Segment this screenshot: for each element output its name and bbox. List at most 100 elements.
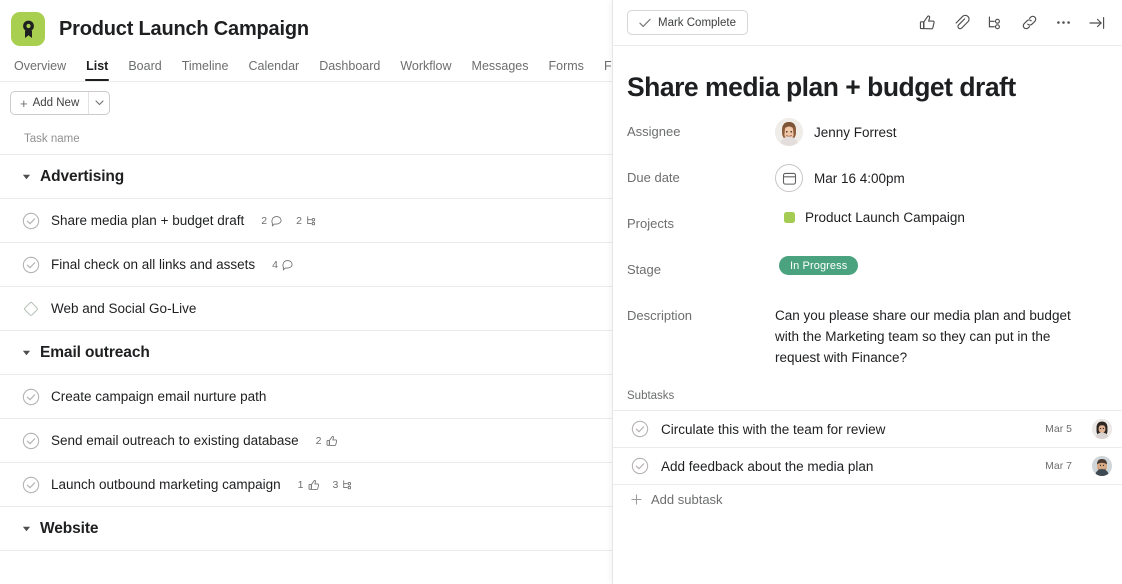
task-name: Share media plan + budget draft [51,213,244,228]
thumbs-up-icon [919,14,936,31]
task-meta: 2 [316,435,338,447]
subtask-button[interactable] [980,8,1010,38]
tab-calendar[interactable]: Calendar [238,58,309,74]
section-name: Website [40,520,98,538]
due-date-text: Mar 16 4:00pm [814,171,905,186]
project-list-pane: Product Launch Campaign Overview List Bo… [0,0,612,584]
table-row[interactable]: Web and Social Go-Live [0,287,612,331]
app-root: Product Launch Campaign Overview List Bo… [0,0,1122,584]
tab-list[interactable]: List [76,58,118,74]
subtask-icon [987,14,1004,31]
like-count: 2 [316,435,338,447]
caret-down-icon[interactable] [22,348,31,357]
link-icon [1021,14,1038,31]
check-circle-icon[interactable] [22,212,40,230]
more-options-button[interactable] [1048,8,1078,38]
projects-value[interactable]: Product Launch Campaign [775,210,965,225]
list-item[interactable]: Circulate this with the team for review … [613,410,1122,447]
check-circle-icon[interactable] [22,256,40,274]
detail-toolbar-icons [912,8,1112,38]
mark-complete-label: Mark Complete [658,17,736,29]
subtask-due-date[interactable]: Mar 7 [1045,460,1072,472]
tab-overview[interactable]: Overview [4,58,76,74]
task-meta: 2 2 [261,215,318,227]
meta-count: 2 [316,435,322,447]
check-circle-icon[interactable] [22,476,40,494]
section-name: Email outreach [40,344,150,362]
due-date-label: Due date [627,164,775,185]
tab-messages[interactable]: Messages [462,58,539,74]
avatar[interactable] [1092,419,1112,439]
tab-timeline[interactable]: Timeline [172,58,239,74]
add-new-dropdown[interactable] [88,92,109,114]
check-circle-icon[interactable] [22,432,40,450]
mark-complete-button[interactable]: Mark Complete [627,10,748,35]
subtask-count: 3 [333,479,355,491]
tab-dashboard[interactable]: Dashboard [309,58,390,74]
task-meta: 1 3 [298,479,355,491]
check-icon [639,18,651,28]
add-subtask-button[interactable]: Add subtask [613,484,1122,514]
table-row[interactable]: Create campaign email nurture path [0,375,612,419]
section-header-advertising[interactable]: Advertising [0,155,612,199]
tab-forms[interactable]: Forms [539,58,594,74]
column-header-row: Task name [0,123,612,155]
section-header-email-outreach[interactable]: Email outreach [0,331,612,375]
meta-count: 1 [298,479,304,491]
description-field: Description Can you please share our med… [627,302,1122,368]
nav-tabs: Overview List Board Timeline Calendar Da… [0,48,612,74]
subtask-icon [306,215,318,227]
tab-files[interactable]: Files [594,58,612,74]
milestone-diamond-icon[interactable] [22,300,40,318]
award-ribbon-icon [20,20,37,39]
like-button[interactable] [912,8,942,38]
chevron-down-icon [95,100,104,106]
comment-icon [271,215,283,227]
task-name: Send email outreach to existing database [51,433,299,448]
task-name: Web and Social Go-Live [51,301,196,316]
assignee-field: Assignee [627,118,1122,152]
description-value[interactable]: Can you please share our media plan and … [775,302,1075,368]
add-new-button[interactable]: + Add New [10,91,110,115]
table-row[interactable]: Share media plan + budget draft 2 2 [0,199,612,243]
tab-board[interactable]: Board [118,58,171,74]
assignee-label: Assignee [627,118,775,139]
project-color-dot [784,212,795,223]
detail-toolbar: Mark Complete [613,0,1122,46]
caret-down-icon[interactable] [22,172,31,181]
column-header-task-name: Task name [24,133,80,145]
add-subtask-label: Add subtask [651,492,723,507]
check-circle-icon[interactable] [22,388,40,406]
due-date-value[interactable]: Mar 16 4:00pm [775,164,905,192]
add-new-main[interactable]: + Add New [11,92,88,114]
stage-value[interactable]: In Progress [775,256,858,275]
task-detail-title[interactable]: Share media plan + budget draft [613,46,1122,102]
subtask-due-date[interactable]: Mar 5 [1045,423,1072,435]
task-detail-panel: Mark Complete [612,0,1122,584]
tab-workflow[interactable]: Workflow [390,58,461,74]
ellipsis-icon [1055,14,1072,31]
avatar[interactable] [1092,456,1112,476]
calendar-icon-wrap[interactable] [775,164,803,192]
subtask-assignee-avatar-image [1092,419,1112,439]
table-row[interactable]: Final check on all links and assets 4 [0,243,612,287]
task-fields: Assignee [613,102,1122,368]
list-item[interactable]: Add feedback about the media plan Mar 7 [613,447,1122,484]
description-label: Description [627,302,775,323]
table-row[interactable]: Launch outbound marketing campaign 1 3 [0,463,612,507]
copy-link-button[interactable] [1014,8,1044,38]
check-circle-icon[interactable] [631,457,649,475]
project-name: Product Launch Campaign [805,210,965,225]
stage-field: Stage In Progress [627,256,1122,290]
status-badge[interactable]: In Progress [779,256,858,275]
caret-down-icon[interactable] [22,524,31,533]
project-logo[interactable] [11,12,45,46]
section-header-website[interactable]: Website [0,507,612,551]
assignee-value[interactable]: Jenny Forrest [775,118,897,146]
table-row[interactable]: Send email outreach to existing database… [0,419,612,463]
comment-count: 4 [272,259,294,271]
avatar[interactable] [775,118,803,146]
check-circle-icon[interactable] [631,420,649,438]
close-panel-button[interactable] [1082,8,1112,38]
attach-button[interactable] [946,8,976,38]
